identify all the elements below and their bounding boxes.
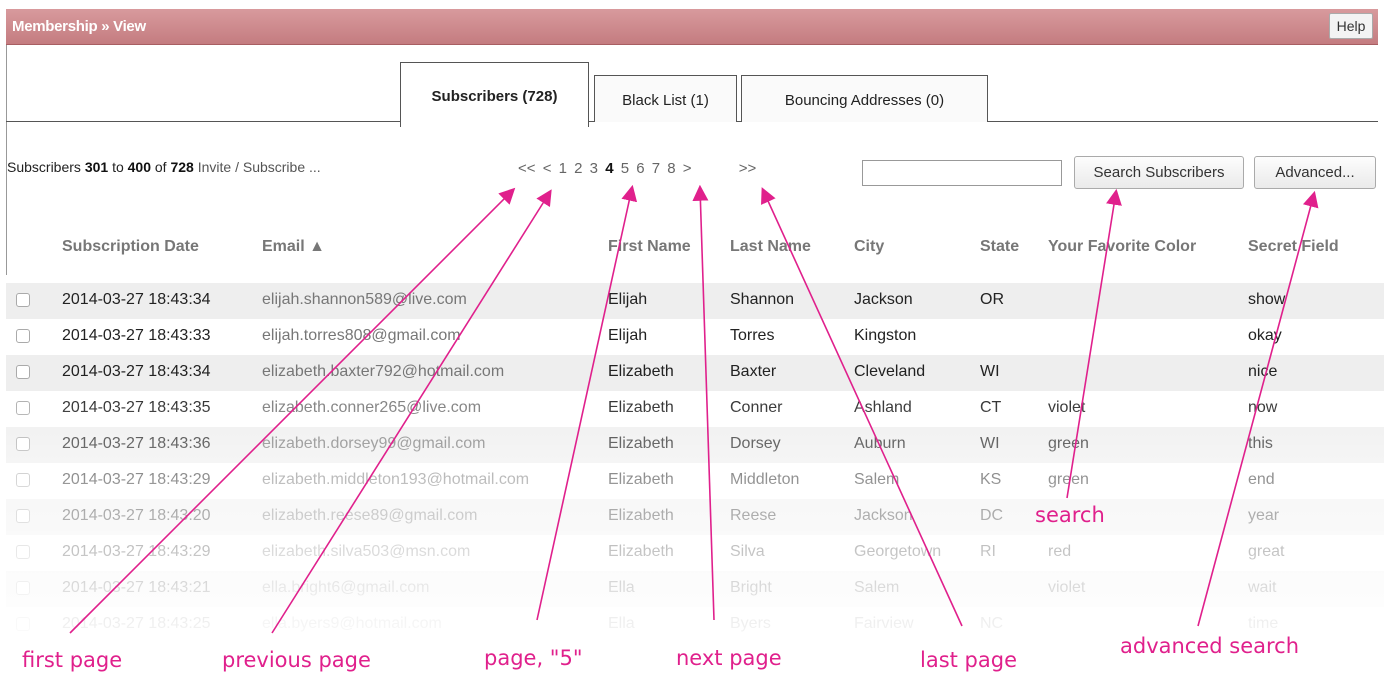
label-advanced-search: advanced search xyxy=(1120,634,1300,658)
arrow-search xyxy=(1066,188,1122,499)
label-last-page: last page xyxy=(920,648,1018,672)
arrow-previous-page xyxy=(271,189,552,634)
arrow-last-page xyxy=(761,187,963,627)
arrow-page-5 xyxy=(536,184,638,621)
label-page-5: page, "5" xyxy=(484,646,583,670)
label-next-page: next page xyxy=(676,646,782,670)
annotation-arrows xyxy=(69,184,1319,634)
label-search: search xyxy=(1035,503,1105,527)
arrow-next-page xyxy=(692,184,715,621)
arrow-first-page xyxy=(69,187,516,634)
arrow-advanced-search xyxy=(1197,190,1319,627)
label-previous-page: previous page xyxy=(222,648,371,672)
label-first-page: first page xyxy=(22,648,123,672)
tab-subscribers[interactable]: Subscribers (728) xyxy=(400,62,589,127)
